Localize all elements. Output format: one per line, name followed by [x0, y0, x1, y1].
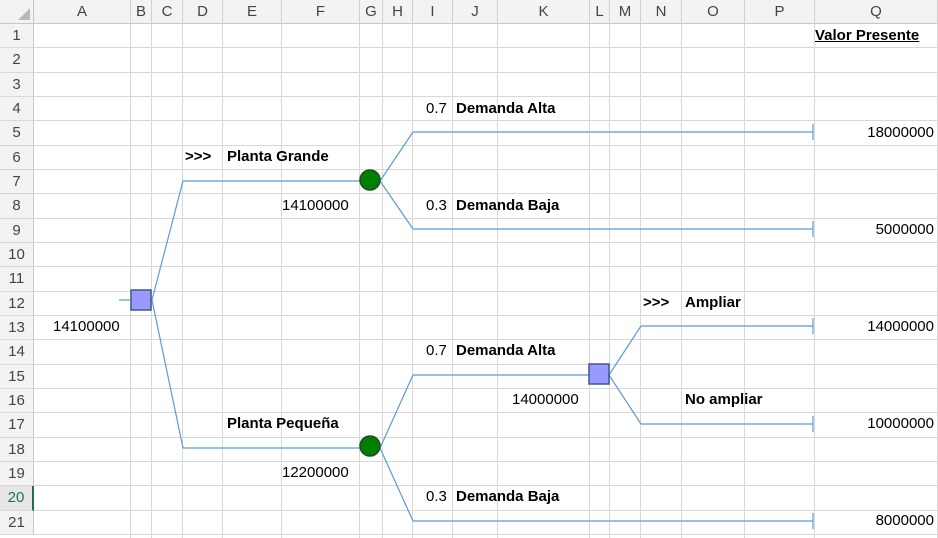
high-demand-label: Demanda Alta: [456, 100, 556, 117]
tree-branch-line: [379, 447, 414, 522]
payoff-expand: 14000000: [867, 318, 934, 335]
expand-label: Ampliar: [685, 294, 741, 311]
small-high-demand-label: Demanda Alta: [456, 342, 556, 359]
expansion-decision-value: 14000000: [512, 391, 579, 408]
expansion-decision-node[interactable]: [588, 363, 610, 385]
payoff-no-expand: 10000000: [867, 415, 934, 432]
payoff-small-low: 8000000: [875, 512, 934, 529]
payoff-large-high: 18000000: [867, 124, 934, 141]
large-plant-chance-node[interactable]: [359, 169, 381, 191]
small-high-demand-probability: 0.7: [426, 342, 447, 359]
tree-branch-line: [608, 374, 642, 425]
expand-arrow: >>>: [643, 294, 670, 311]
no-expand-label: No ampliar: [685, 391, 763, 408]
root-decision-node[interactable]: [130, 289, 152, 311]
small-low-demand-label: Demanda Baja: [456, 488, 560, 505]
small-plant-label: Planta Pequeña: [227, 415, 339, 432]
tree-branch-line: [608, 325, 642, 376]
tree-branch-lines: [119, 124, 814, 529]
valor-presente-header: Valor Presente: [815, 27, 920, 44]
tree-branch-line: [151, 180, 184, 301]
low-demand-label: Demanda Baja: [456, 197, 560, 214]
tree-branch-line: [379, 131, 414, 182]
low-demand-probability: 0.3: [426, 197, 447, 214]
payoff-large-low: 5000000: [875, 221, 934, 238]
high-demand-probability: 0.7: [426, 100, 447, 117]
small-low-demand-probability: 0.3: [426, 488, 447, 505]
tree-branch-line: [379, 180, 414, 230]
tree-branch-line: [379, 374, 414, 449]
large-plant-expected-value: 14100000: [282, 197, 349, 214]
small-plant-expected-value: 12200000: [282, 464, 349, 481]
tree-branch-line: [151, 299, 184, 449]
decision-tree-diagram: [119, 124, 814, 529]
large-plant-arrow: >>>: [185, 148, 212, 165]
small-plant-chance-node[interactable]: [359, 435, 381, 457]
large-plant-label: Planta Grande: [227, 148, 329, 165]
spreadsheet-grid[interactable]: ABCDEFGHIJKLMNOPQ 1 2 3 4 5 6 7 8 9 10 11 12 13 14 15 1…: [0, 0, 938, 538]
root-expected-value: 14100000: [53, 318, 120, 335]
